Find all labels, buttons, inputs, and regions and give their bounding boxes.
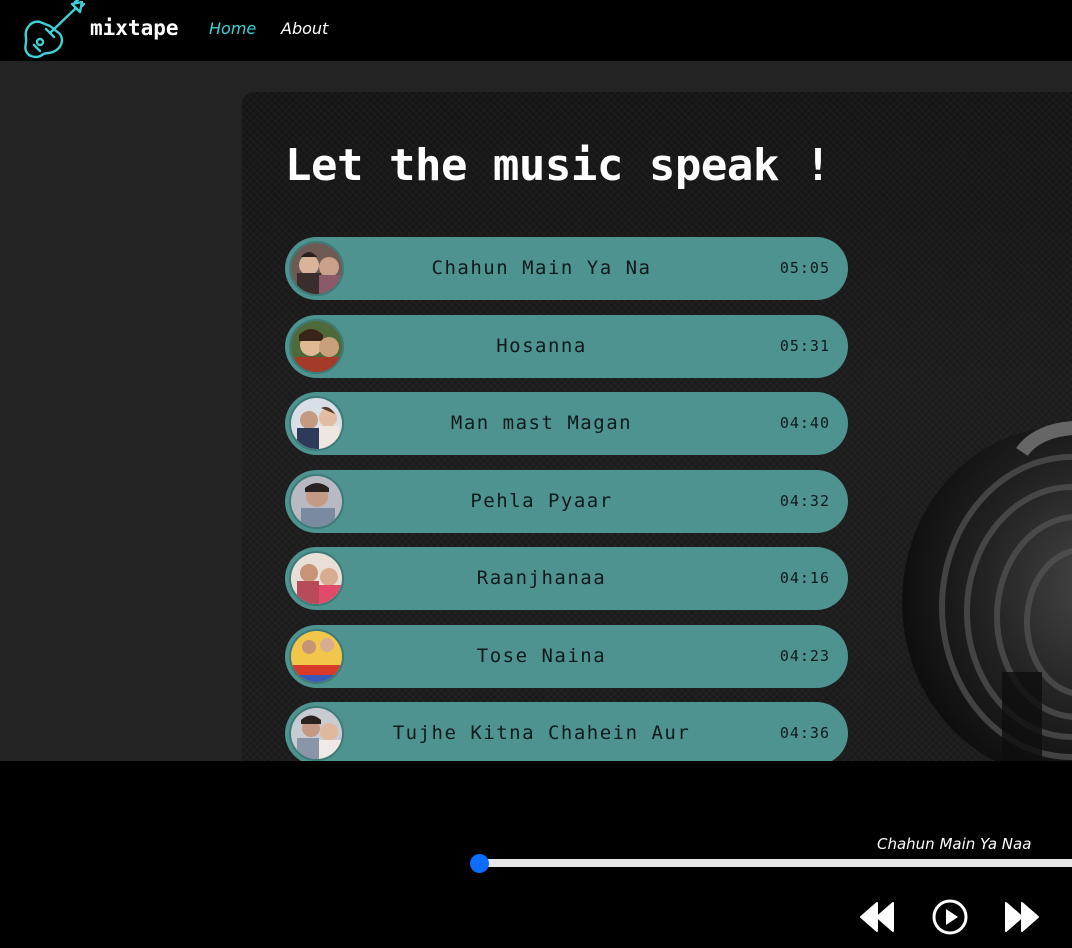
song-duration: 04:23	[779, 647, 830, 665]
next-icon[interactable]	[1002, 899, 1042, 935]
song-title: Man mast Magan	[450, 412, 633, 434]
song-cover-image	[289, 629, 344, 684]
progress-bar[interactable]	[480, 859, 1072, 867]
progress-handle[interactable]	[470, 854, 489, 873]
song-title: Tujhe Kitna Chahein Aur	[392, 722, 691, 744]
song-cover-image	[289, 396, 344, 451]
nav-link-home[interactable]: Home	[209, 19, 256, 38]
nav-link-about[interactable]: About	[281, 19, 328, 38]
song-cover-image	[289, 706, 344, 761]
previous-icon[interactable]	[857, 899, 897, 935]
song-cover-image	[289, 551, 344, 606]
hero-section: Let the music speak ! Chahun Main Ya Na …	[242, 92, 1072, 761]
song-item[interactable]: Hosanna 05:31	[285, 315, 848, 378]
song-duration: 04:40	[779, 414, 830, 432]
song-cover-image	[289, 319, 344, 374]
guitar-icon[interactable]	[20, 0, 86, 61]
song-duration: 05:31	[779, 337, 830, 355]
song-title: Hosanna	[496, 335, 587, 357]
brand-name[interactable]: mixtape	[90, 16, 179, 40]
song-item[interactable]: Man mast Magan 04:40	[285, 392, 848, 455]
song-cover-image	[289, 241, 344, 296]
song-title: Raanjhanaa	[476, 567, 607, 589]
song-item[interactable]: Pehla Pyaar 04:32	[285, 470, 848, 533]
page-title: Let the music speak !	[285, 140, 831, 191]
song-cover-image	[289, 474, 344, 529]
play-icon[interactable]	[930, 897, 970, 937]
player-bar: Chahun Main Ya Naa	[0, 761, 1072, 948]
song-title: Pehla Pyaar	[470, 490, 613, 512]
song-duration: 04:32	[779, 492, 830, 510]
song-duration: 05:05	[779, 259, 830, 277]
song-item[interactable]: Tose Naina 04:23	[285, 625, 848, 688]
song-item[interactable]: Chahun Main Ya Na 05:05	[285, 237, 848, 300]
song-title: Tose Naina	[476, 645, 607, 667]
song-item[interactable]: Tujhe Kitna Chahein Aur 04:36	[285, 702, 848, 761]
navbar: mixtape Home About	[0, 0, 1072, 61]
song-title: Chahun Main Ya Na	[431, 257, 652, 279]
song-duration: 04:16	[779, 569, 830, 587]
song-item[interactable]: Raanjhanaa 04:16	[285, 547, 848, 610]
headphones-background-image	[902, 421, 1072, 761]
song-duration: 04:36	[779, 724, 830, 742]
now-playing-title: Chahun Main Ya Naa	[877, 835, 1032, 853]
